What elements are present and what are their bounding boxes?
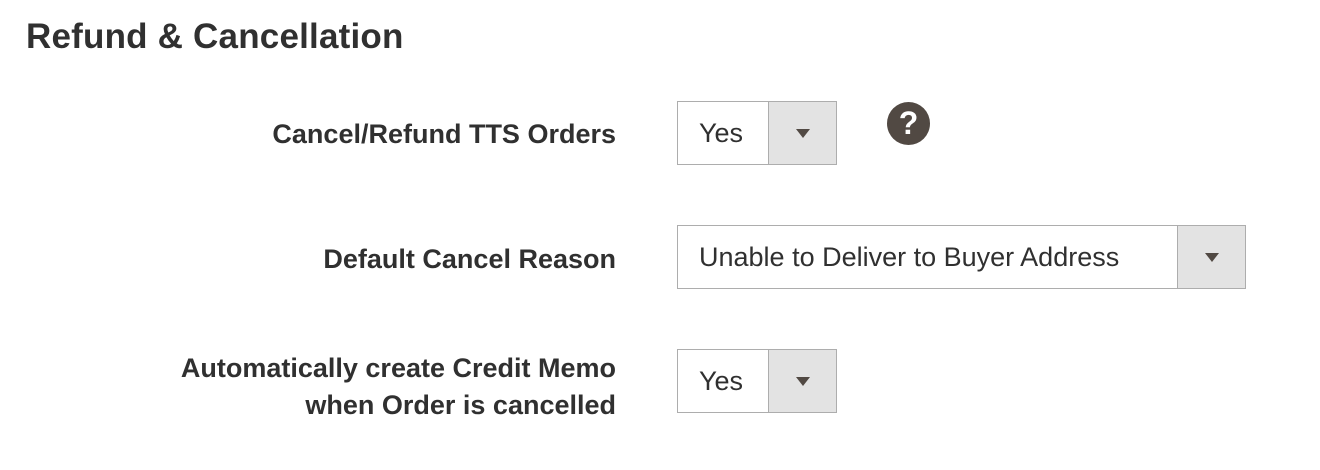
chevron-down-icon: [795, 376, 810, 386]
cancel-refund-label: Cancel/Refund TTS Orders: [272, 119, 616, 149]
credit-memo-label-line1: Automatically create Credit Memo: [180, 353, 616, 383]
cancel-refund-select[interactable]: Yes: [677, 101, 837, 165]
cancel-reason-select[interactable]: Unable to Deliver to Buyer Address: [677, 225, 1246, 289]
chevron-down-icon: [1204, 252, 1219, 262]
config-page: Refund & Cancellation Cancel/Refund TTS …: [0, 0, 1320, 470]
credit-memo-value: Yes: [699, 365, 744, 396]
cancel-reason-label: Default Cancel Reason: [323, 244, 616, 274]
credit-memo-dropdown-toggle[interactable]: [768, 350, 836, 412]
credit-memo-label: Automatically create Credit Memo when Or…: [181, 350, 616, 424]
credit-memo-label-line2: when Order is cancelled: [305, 390, 616, 420]
credit-memo-select[interactable]: Yes: [677, 349, 837, 413]
help-icon[interactable]: ?: [887, 102, 930, 145]
cancel-reason-value: Unable to Deliver to Buyer Address: [699, 241, 1120, 272]
cancel-refund-dropdown-toggle[interactable]: [768, 102, 836, 164]
cancel-reason-dropdown-toggle[interactable]: [1177, 226, 1245, 288]
chevron-down-icon: [795, 128, 810, 138]
section-title: Refund & Cancellation: [26, 17, 404, 56]
cancel-refund-value: Yes: [699, 117, 744, 148]
